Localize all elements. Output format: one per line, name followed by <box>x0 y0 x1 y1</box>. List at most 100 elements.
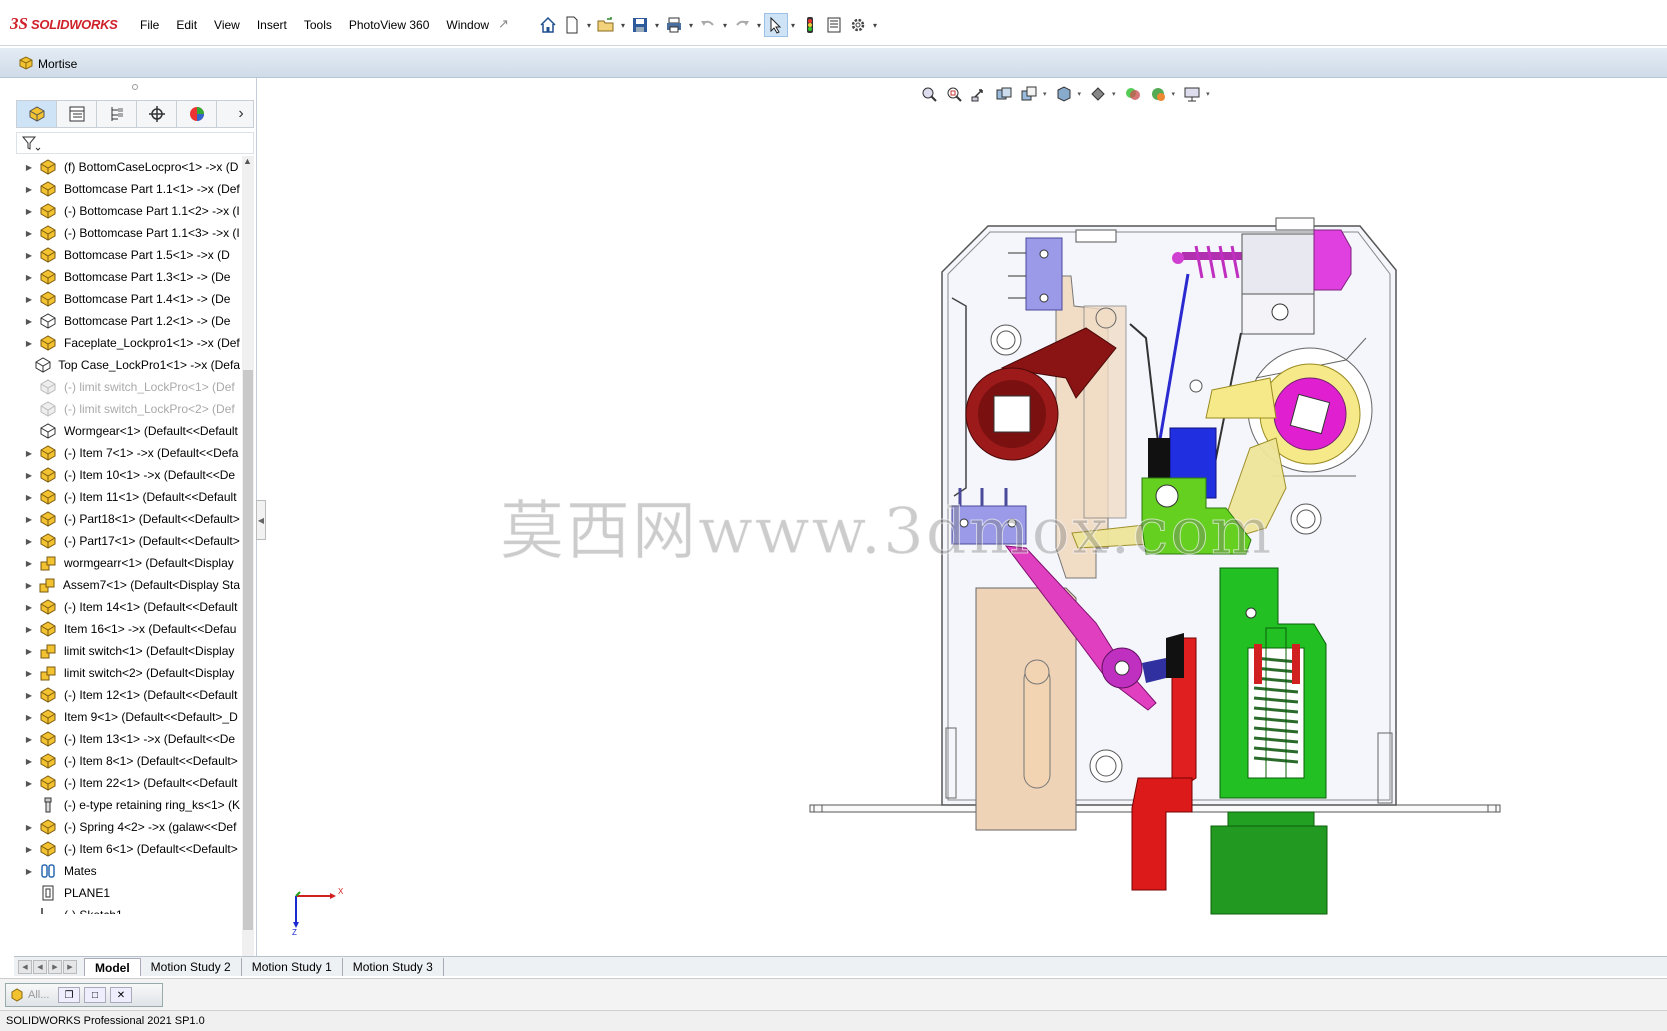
tree-item[interactable]: ▶ (-) Item 13<1> ->x (Default<<De <box>14 728 240 750</box>
select-icon[interactable] <box>764 13 788 37</box>
tree-item[interactable]: Top Case_LockPro1<1> ->x (Defa <box>14 354 240 376</box>
rebuild-icon[interactable] <box>798 13 822 37</box>
expand-arrow-icon[interactable]: ▶ <box>24 603 34 612</box>
expand-arrow-icon[interactable]: ▶ <box>24 713 34 722</box>
tree-item[interactable]: ▶ Faceplate_Lockpro1<1> ->x (Def <box>14 332 240 354</box>
last-tab-icon[interactable]: ▶ <box>63 959 77 974</box>
tab-motion-study-3[interactable]: Motion Study 3 <box>343 957 444 976</box>
featuremanager-tab-icon[interactable] <box>17 101 57 127</box>
vertical-scroll-thumb[interactable] <box>243 370 253 930</box>
tree-item[interactable]: ▶ Item 16<1> ->x (Default<<Defau <box>14 618 240 640</box>
expand-arrow-icon[interactable]: ▶ <box>24 317 34 326</box>
tree-item[interactable]: (-) e-type retaining ring_ks<1> (K <box>14 794 240 816</box>
display-style-icon[interactable] <box>1087 84 1109 104</box>
expand-arrow-icon[interactable]: ▶ <box>24 449 34 458</box>
tree-item[interactable]: ▶ Bottomcase Part 1.3<1> -> (De <box>14 266 240 288</box>
print-icon[interactable] <box>662 13 686 37</box>
next-tab-icon[interactable]: ▶ <box>48 959 62 974</box>
tree-item[interactable]: (-) limit switch_LockPro<1> (Def <box>14 376 240 398</box>
tree-item[interactable]: ▶ (-) Part18<1> (Default<<Default> <box>14 508 240 530</box>
prev-tab-icon[interactable]: ◀ <box>33 959 47 974</box>
home-icon[interactable] <box>536 13 560 37</box>
appearance-dropdown-icon[interactable]: ▾ <box>1172 90 1176 98</box>
display-style-dropdown-icon[interactable]: ▾ <box>1112 90 1116 98</box>
tree-item[interactable]: ▶ (-) Item 11<1> (Default<<Default <box>14 486 240 508</box>
tree-item[interactable]: ▶ Bottomcase Part 1.4<1> -> (De <box>14 288 240 310</box>
scroll-up-icon[interactable]: ▲ <box>243 156 252 166</box>
expand-arrow-icon[interactable]: ▶ <box>24 625 34 634</box>
propertymanager-tab-icon[interactable] <box>57 101 97 127</box>
open-dropdown-icon[interactable]: ▾ <box>618 21 628 30</box>
expand-arrow-icon[interactable]: ▶ <box>24 867 34 876</box>
tree-item[interactable]: ▶ Mates <box>14 860 240 882</box>
view-orientation-icon[interactable] <box>1053 84 1075 104</box>
tree-item[interactable]: ▶ limit switch<1> (Default<Display <box>14 640 240 662</box>
edit-appearance-icon[interactable] <box>1147 84 1169 104</box>
tree-item[interactable]: ▶ (-) Spring 4<2> ->x (galaw<<Def <box>14 816 240 838</box>
panel-grip[interactable] <box>132 84 138 90</box>
tree-item[interactable]: ▶ (-) Bottomcase Part 1.1<2> ->x (I <box>14 200 240 222</box>
tab-motion-study-1[interactable]: Motion Study 1 <box>242 957 343 976</box>
tree-item[interactable]: ▶ Bottomcase Part 1.1<1> ->x (Def <box>14 178 240 200</box>
tab-motion-study-2[interactable]: Motion Study 2 <box>141 957 242 976</box>
tree-item[interactable]: ▶ limit switch<2> (Default<Display <box>14 662 240 684</box>
tree-item[interactable]: ▶ Bottomcase Part 1.2<1> -> (De <box>14 310 240 332</box>
tree-item[interactable]: ▶ Assem7<1> (Default<Display Sta <box>14 574 240 596</box>
tree-item[interactable]: ▶ wormgearr<1> (Default<Display <box>14 552 240 574</box>
select-dropdown-icon[interactable]: ▾ <box>788 21 798 30</box>
options-gear-icon[interactable] <box>846 13 870 37</box>
tab-model[interactable]: Model <box>84 957 141 976</box>
tree-item[interactable]: ▶ (-) Bottomcase Part 1.1<3> ->x (I <box>14 222 240 244</box>
expand-arrow-icon[interactable]: ▶ <box>24 757 34 766</box>
expand-arrow-icon[interactable]: ▶ <box>24 471 34 480</box>
open-icon[interactable] <box>594 13 618 37</box>
solidworks-logo[interactable]: 3S SOLIDWORKS <box>10 14 118 34</box>
zoom-to-area-icon[interactable] <box>943 84 965 104</box>
configurationmanager-tab-icon[interactable] <box>97 101 137 127</box>
expand-arrow-icon[interactable]: ▶ <box>24 581 34 590</box>
dynamic-annotation-icon[interactable] <box>1018 84 1040 104</box>
undo-dropdown-icon[interactable]: ▾ <box>720 21 730 30</box>
tree-item[interactable]: ▶ (-) Item 10<1> ->x (Default<<De <box>14 464 240 486</box>
expand-arrow-icon[interactable]: ▶ <box>24 647 34 656</box>
expand-arrow-icon[interactable]: ▶ <box>24 515 34 524</box>
pin-menu-icon[interactable]: ↗ <box>498 16 509 32</box>
menu-window[interactable]: Window <box>446 18 489 32</box>
filter-icon[interactable] <box>21 135 41 153</box>
expand-arrow-icon[interactable]: ▶ <box>24 295 34 304</box>
save-icon[interactable] <box>628 13 652 37</box>
expand-arrow-icon[interactable]: ▶ <box>24 273 34 282</box>
tree-item[interactable]: ▶ (f) BottomCaseLocpro<1> ->x (D <box>14 156 240 178</box>
more-tabs-chevron-icon[interactable]: › <box>229 101 253 127</box>
orientation-dropdown-icon[interactable]: ▾ <box>1078 90 1082 98</box>
expand-arrow-icon[interactable]: ▶ <box>24 229 34 238</box>
restore-icon[interactable]: ❐ <box>58 987 80 1003</box>
expand-arrow-icon[interactable]: ▶ <box>24 537 34 546</box>
tree-item[interactable]: ▶ (-) Item 8<1> (Default<<Default> <box>14 750 240 772</box>
new-document-icon[interactable] <box>560 13 584 37</box>
minimized-document[interactable]: All... ❐ □ ✕ <box>5 983 163 1007</box>
menu-tools[interactable]: Tools <box>304 18 332 32</box>
menu-view[interactable]: View <box>214 18 240 32</box>
undo-icon[interactable] <box>696 13 720 37</box>
expand-arrow-icon[interactable]: ▶ <box>24 691 34 700</box>
view-dropdown-icon[interactable]: ▾ <box>1043 90 1047 98</box>
close-icon[interactable]: ✕ <box>110 987 132 1003</box>
section-view-icon[interactable] <box>993 84 1015 104</box>
menu-photoview[interactable]: PhotoView 360 <box>349 18 430 32</box>
previous-view-icon[interactable] <box>968 84 990 104</box>
tree-item[interactable]: ▶ (-) Part17<1> (Default<<Default> <box>14 530 240 552</box>
tree-vertical-scrollbar[interactable]: ▲ ▼ <box>242 156 254 966</box>
expand-arrow-icon[interactable]: ▶ <box>24 735 34 744</box>
tree-item[interactable]: Wormgear<1> (Default<<Default <box>14 420 240 442</box>
panel-collapse-handle[interactable]: ◀ <box>256 500 266 540</box>
expand-arrow-icon[interactable]: ▶ <box>24 779 34 788</box>
hide-show-items-icon[interactable] <box>1122 84 1144 104</box>
expand-arrow-icon[interactable]: ▶ <box>24 207 34 216</box>
menu-file[interactable]: File <box>140 18 159 32</box>
tree-item[interactable]: ▶ (-) Item 6<1> (Default<<Default> <box>14 838 240 860</box>
tree-item[interactable]: ▶ (-) Item 7<1> ->x (Default<<Defa <box>14 442 240 464</box>
menu-edit[interactable]: Edit <box>176 18 197 32</box>
expand-arrow-icon[interactable]: ▶ <box>24 823 34 832</box>
view-settings-icon[interactable] <box>1181 84 1203 104</box>
